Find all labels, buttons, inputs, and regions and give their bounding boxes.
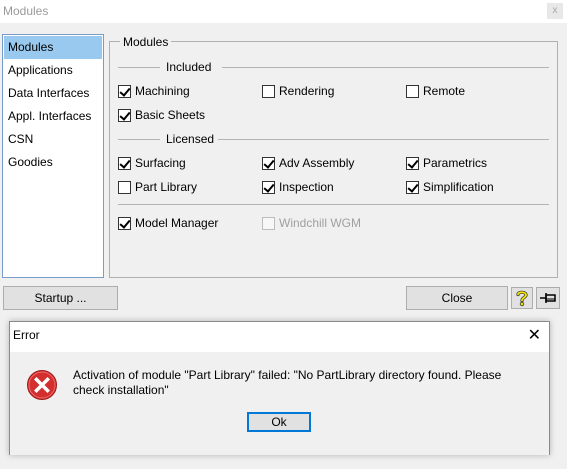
close-button[interactable]: Close bbox=[406, 286, 508, 310]
modules-titlebar: Modules x bbox=[0, 0, 567, 23]
checkbox-rendering[interactable]: Rendering bbox=[262, 83, 334, 99]
included-divider-right bbox=[222, 67, 549, 68]
modules-legend: Modules bbox=[120, 35, 172, 49]
checkbox-label: Part Library bbox=[135, 180, 198, 194]
sidebar-item-data-interfaces[interactable]: Data Interfaces bbox=[4, 82, 102, 105]
checkbox-box[interactable] bbox=[262, 180, 275, 194]
checkbox-remote[interactable]: Remote bbox=[406, 83, 465, 99]
checkbox-label: Parametrics bbox=[423, 156, 488, 170]
checkbox-basic-sheets[interactable]: Basic Sheets bbox=[118, 107, 205, 123]
checkbox-adv-assembly[interactable]: Adv Assembly bbox=[262, 155, 354, 171]
licensed-heading: Licensed bbox=[166, 132, 215, 146]
checkbox-box[interactable] bbox=[118, 84, 131, 98]
checkbox-box[interactable] bbox=[406, 180, 419, 194]
checkbox-parametrics[interactable]: Parametrics bbox=[406, 155, 487, 171]
checkbox-box[interactable] bbox=[118, 156, 131, 170]
ok-button[interactable]: Ok bbox=[247, 412, 311, 432]
checkbox-windchill-wgm: Windchill WGM bbox=[262, 215, 361, 231]
modules-window: Modules x Modules Applications Data Inte… bbox=[0, 0, 567, 469]
window-close-button[interactable]: x bbox=[547, 3, 563, 19]
checkbox-inspection[interactable]: Inspection bbox=[262, 179, 334, 195]
startup-button[interactable]: Startup ... bbox=[3, 286, 118, 310]
licensed-divider-left bbox=[118, 139, 160, 140]
checkbox-label: Rendering bbox=[279, 84, 335, 98]
error-dialog-title: Error bbox=[13, 328, 40, 342]
help-button[interactable] bbox=[511, 287, 533, 309]
checkbox-box bbox=[262, 216, 275, 230]
included-heading: Included bbox=[166, 60, 212, 74]
checkbox-label: Inspection bbox=[279, 180, 334, 194]
checkbox-box[interactable] bbox=[406, 84, 419, 98]
checkbox-machining[interactable]: Machining bbox=[118, 83, 190, 99]
pin-button[interactable] bbox=[536, 287, 560, 309]
error-dialog: Error ✕ Activation of module "Part Libra… bbox=[9, 321, 550, 455]
checkbox-surfacing[interactable]: Surfacing bbox=[118, 155, 186, 171]
error-dialog-body: Activation of module "Part Library" fail… bbox=[10, 352, 549, 455]
checkbox-box[interactable] bbox=[262, 156, 275, 170]
checkbox-label: Basic Sheets bbox=[135, 108, 206, 122]
question-icon bbox=[516, 290, 528, 307]
licensed-divider-right bbox=[218, 139, 549, 140]
error-icon bbox=[27, 370, 57, 400]
checkbox-part-library[interactable]: Part Library bbox=[118, 179, 197, 195]
checkbox-label: Surfacing bbox=[135, 156, 186, 170]
checkbox-box[interactable] bbox=[406, 156, 419, 170]
checkbox-box[interactable] bbox=[118, 216, 131, 230]
window-title: Modules bbox=[3, 4, 49, 18]
checkbox-label: Windchill WGM bbox=[279, 216, 362, 230]
included-divider-left bbox=[118, 67, 160, 68]
error-dialog-close-button[interactable]: ✕ bbox=[528, 325, 541, 345]
sidebar-item-goodies[interactable]: Goodies bbox=[4, 151, 102, 174]
checkbox-label: Model Manager bbox=[135, 216, 219, 230]
checkbox-label: Remote bbox=[423, 84, 466, 98]
sidebar-item-modules[interactable]: Modules bbox=[4, 36, 102, 59]
sidebar-item-csn[interactable]: CSN bbox=[4, 128, 102, 151]
checkbox-simplification[interactable]: Simplification bbox=[406, 179, 494, 195]
other-divider bbox=[118, 204, 549, 205]
error-message: Activation of module "Part Library" fail… bbox=[73, 368, 502, 397]
checkbox-model-manager[interactable]: Model Manager bbox=[118, 215, 218, 231]
checkbox-box[interactable] bbox=[118, 108, 131, 122]
checkbox-label: Machining bbox=[135, 84, 190, 98]
checkbox-box[interactable] bbox=[118, 180, 131, 194]
checkbox-box[interactable] bbox=[262, 84, 275, 98]
sidebar-item-appl-interfaces[interactable]: Appl. Interfaces bbox=[4, 105, 102, 128]
checkbox-label: Adv Assembly bbox=[279, 156, 355, 170]
checkbox-label: Simplification bbox=[423, 180, 494, 194]
sidebar-item-applications[interactable]: Applications bbox=[4, 59, 102, 82]
pin-icon bbox=[540, 293, 556, 303]
category-list: Modules Applications Data Interfaces App… bbox=[2, 34, 104, 278]
